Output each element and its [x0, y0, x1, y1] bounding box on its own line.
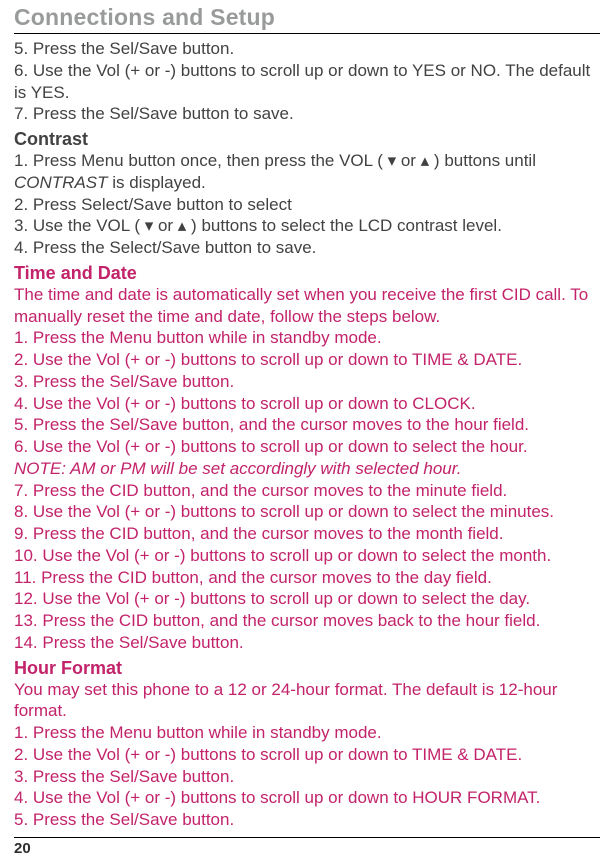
- page-number: 20: [14, 840, 600, 857]
- step-line: 5. Press the Sel/Save button, and the cu…: [14, 414, 600, 436]
- step-line: 12. Use the Vol (+ or -) buttons to scro…: [14, 588, 600, 610]
- step-line: 14. Press the Sel/Save button.: [14, 632, 600, 654]
- step-line: 1. Press Menu button once, then press th…: [14, 150, 600, 172]
- header-rule: [14, 33, 600, 34]
- step-line: 3. Press the Sel/Save button.: [14, 371, 600, 393]
- page-title: Connections and Setup: [14, 4, 600, 31]
- body-text: The time and date is automatically set w…: [14, 284, 600, 328]
- step-line: 7. Press the CID button, and the cursor …: [14, 480, 600, 502]
- step-line: 3. Press the Sel/Save button.: [14, 766, 600, 788]
- heading-time-date: Time and Date: [14, 263, 600, 284]
- heading-hour-format: Hour Format: [14, 658, 600, 679]
- heading-contrast: Contrast: [14, 129, 600, 150]
- step-line: 7. Press the Sel/Save button to save.: [14, 103, 600, 125]
- note-line: NOTE: AM or PM will be set accordingly w…: [14, 458, 600, 480]
- body-text: You may set this phone to a 12 or 24-hou…: [14, 679, 600, 723]
- step-line: 10. Use the Vol (+ or -) buttons to scro…: [14, 545, 600, 567]
- step-line: 5. Press the Sel/Save button.: [14, 38, 600, 60]
- page-container: Connections and Setup 5. Press the Sel/S…: [0, 0, 614, 865]
- step-line: 5. Press the Sel/Save button.: [14, 809, 600, 831]
- step-line: 6. Use the Vol (+ or -) buttons to scrol…: [14, 60, 600, 104]
- step-line: 4. Press the Select/Save button to save.: [14, 237, 600, 259]
- step-line: 6. Use the Vol (+ or -) buttons to scrol…: [14, 436, 600, 458]
- step-line: 2. Use the Vol (+ or -) buttons to scrol…: [14, 744, 600, 766]
- step-line: CONTRAST is displayed.: [14, 172, 600, 194]
- step-line: 9. Press the CID button, and the cursor …: [14, 523, 600, 545]
- step-line: 1. Press the Menu button while in standb…: [14, 327, 600, 349]
- footer-rule: [14, 837, 600, 838]
- step-line: 1. Press the Menu button while in standb…: [14, 722, 600, 744]
- step-line: 8. Use the Vol (+ or -) buttons to scrol…: [14, 501, 600, 523]
- step-line: 13. Press the CID button, and the cursor…: [14, 610, 600, 632]
- step-line: 4. Use the Vol (+ or -) buttons to scrol…: [14, 393, 600, 415]
- step-line: 4. Use the Vol (+ or -) buttons to scrol…: [14, 787, 600, 809]
- contrast-displayed-word: CONTRAST: [14, 173, 108, 192]
- step-line: 11. Press the CID button, and the cursor…: [14, 567, 600, 589]
- step-line: 3. Use the VOL ( ▾ or ▴ ) buttons to sel…: [14, 215, 600, 237]
- step-line: 2. Use the Vol (+ or -) buttons to scrol…: [14, 349, 600, 371]
- step-line: 2. Press Select/Save button to select: [14, 194, 600, 216]
